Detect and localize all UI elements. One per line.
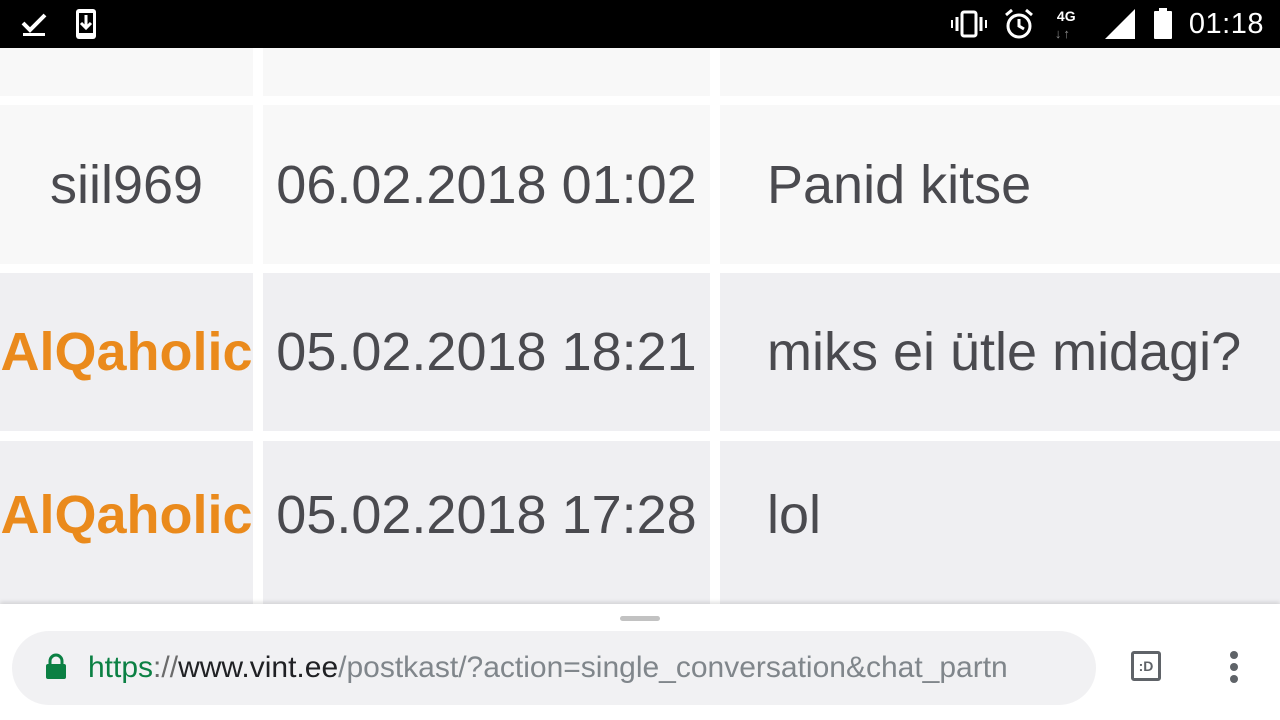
message-text: miks ei ütle midagi? — [767, 322, 1242, 382]
download-icon — [74, 8, 98, 40]
url-path: /postkast/?action=single_conversation&ch… — [338, 651, 1008, 684]
url-separator: :// — [153, 651, 179, 684]
date-cell: 05.02.2018 17:28 — [263, 441, 710, 604]
sender-cell: siil969 — [0, 105, 253, 264]
tab-switcher-icon[interactable]: :D — [1131, 651, 1161, 681]
message-date: 05.02.2018 18:21 — [276, 322, 697, 382]
message-text: lol — [767, 484, 822, 545]
message-text: Panid kitse — [767, 154, 1032, 215]
table-row[interactable]: siil969 06.02.2018 01:02 Panid kitse — [0, 105, 1280, 264]
more-vert-icon[interactable] — [1226, 650, 1242, 689]
network-4g-icon: 4G ↓↑ — [1051, 6, 1087, 42]
battery-icon — [1153, 8, 1173, 40]
network-type-label: 4G — [1056, 8, 1076, 24]
status-bar-notifications — [20, 8, 98, 40]
tab-switcher-label: :D — [1138, 658, 1154, 674]
date-cell — [263, 48, 710, 96]
browser-toolbar: https://www.vint.ee/postkast/?action=sin… — [0, 604, 1280, 720]
drag-handle[interactable] — [620, 616, 660, 621]
check-icon — [20, 10, 48, 38]
table-row[interactable]: AlQaholic 05.02.2018 18:21 miks ei ütle … — [0, 273, 1280, 431]
message-cell: Panid kitse — [720, 105, 1280, 264]
message-cell: miks ei ütle midagi? — [720, 273, 1280, 431]
data-activity-arrows: ↓↑ — [1054, 26, 1072, 41]
url-bar[interactable]: https://www.vint.ee/postkast/?action=sin… — [12, 631, 1096, 705]
vibrate-icon — [950, 10, 987, 38]
clock: 01:18 — [1188, 7, 1264, 40]
sender-cell: AlQaholic — [0, 273, 253, 431]
sender-name[interactable]: siil969 — [50, 154, 203, 216]
signal-icon — [1103, 7, 1137, 41]
alarm-icon — [1003, 8, 1035, 40]
lock-icon[interactable] — [44, 653, 68, 686]
sender-name[interactable]: AlQaholic — [0, 321, 252, 383]
message-date: 05.02.2018 17:28 — [276, 484, 697, 545]
table-row[interactable]: AlQaholic 05.02.2018 17:28 lol — [0, 441, 1280, 604]
message-date: 06.02.2018 01:02 — [276, 154, 697, 215]
date-cell: 06.02.2018 01:02 — [263, 105, 710, 264]
status-bar-system: 4G ↓↑ 01:18 — [950, 0, 1264, 48]
status-bar: 4G ↓↑ 01:18 — [0, 0, 1280, 48]
url-scheme: https — [88, 651, 154, 684]
url-text[interactable]: https://www.vint.ee/postkast/?action=sin… — [88, 631, 1078, 705]
table-row — [0, 48, 1280, 96]
message-cell: lol — [720, 441, 1280, 604]
sender-name[interactable]: AlQaholic — [0, 484, 252, 546]
conversation-table: siil969 06.02.2018 01:02 Panid kitse AlQ… — [0, 48, 1280, 604]
sender-cell: AlQaholic — [0, 441, 253, 604]
date-cell: 05.02.2018 18:21 — [263, 273, 710, 431]
url-host: www.vint.ee — [178, 651, 339, 684]
sender-cell — [0, 48, 253, 96]
message-cell — [720, 48, 1280, 96]
